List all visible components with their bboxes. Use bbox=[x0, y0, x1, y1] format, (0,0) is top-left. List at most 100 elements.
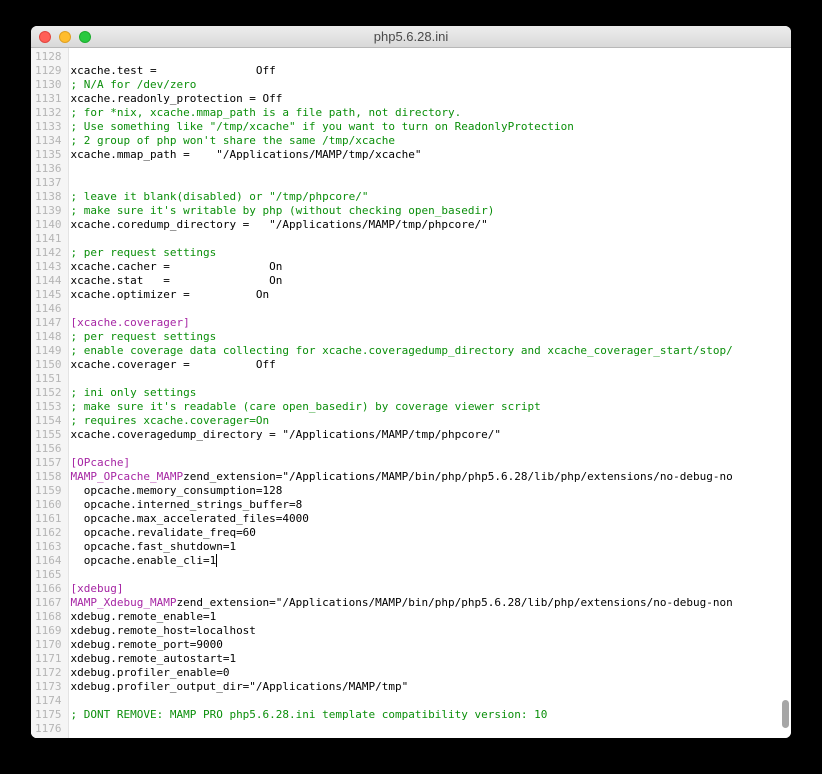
code-line[interactable]: xcache.test = Off bbox=[71, 64, 792, 78]
line-number: 1128 bbox=[35, 50, 62, 64]
code-line[interactable]: xcache.readonly_protection = Off bbox=[71, 92, 792, 106]
code-line[interactable]: [xcache.coverager] bbox=[71, 316, 792, 330]
code-line[interactable] bbox=[71, 442, 792, 456]
code-line[interactable] bbox=[71, 50, 792, 64]
code-line[interactable] bbox=[71, 568, 792, 582]
line-number: 1144 bbox=[35, 274, 62, 288]
line-number: 1176 bbox=[35, 722, 62, 736]
line-number: 1163 bbox=[35, 540, 62, 554]
code-line[interactable]: MAMP_OPcache_MAMPzend_extension="/Applic… bbox=[71, 470, 792, 484]
line-number: 1152 bbox=[35, 386, 62, 400]
code-line[interactable]: opcache.enable_cli=1 bbox=[71, 554, 792, 568]
line-number: 1151 bbox=[35, 372, 62, 386]
line-number: 1147 bbox=[35, 316, 62, 330]
code-content[interactable]: xcache.test = Off; N/A for /dev/zeroxcac… bbox=[69, 48, 792, 738]
code-line[interactable]: ; requires xcache.coverager=On bbox=[71, 414, 792, 428]
line-number: 1148 bbox=[35, 330, 62, 344]
line-number: 1133 bbox=[35, 120, 62, 134]
close-icon[interactable] bbox=[39, 31, 51, 43]
code-line[interactable]: xdebug.remote_host=localhost bbox=[71, 624, 792, 638]
line-number: 1137 bbox=[35, 176, 62, 190]
traffic-lights bbox=[31, 31, 91, 43]
code-line[interactable] bbox=[71, 694, 792, 708]
code-line[interactable]: xcache.cacher = On bbox=[71, 260, 792, 274]
titlebar[interactable]: php5.6.28.ini bbox=[31, 26, 791, 48]
code-line[interactable]: ; make sure it's readable (care open_bas… bbox=[71, 400, 792, 414]
line-number: 1149 bbox=[35, 344, 62, 358]
line-number: 1165 bbox=[35, 568, 62, 582]
line-number: 1129 bbox=[35, 64, 62, 78]
line-number: 1172 bbox=[35, 666, 62, 680]
line-number: 1173 bbox=[35, 680, 62, 694]
code-line[interactable]: ; for *nix, xcache.mmap_path is a file p… bbox=[71, 106, 792, 120]
code-line[interactable]: [xdebug] bbox=[71, 582, 792, 596]
line-number: 1169 bbox=[35, 624, 62, 638]
code-line[interactable]: opcache.interned_strings_buffer=8 bbox=[71, 498, 792, 512]
scrollbar-thumb[interactable] bbox=[782, 700, 789, 728]
code-line[interactable]: ; leave it blank(disabled) or "/tmp/phpc… bbox=[71, 190, 792, 204]
code-line[interactable]: opcache.fast_shutdown=1 bbox=[71, 540, 792, 554]
code-line[interactable] bbox=[71, 176, 792, 190]
code-line[interactable]: opcache.memory_consumption=128 bbox=[71, 484, 792, 498]
code-line[interactable]: xdebug.profiler_output_dir="/Application… bbox=[71, 680, 792, 694]
line-number: 1170 bbox=[35, 638, 62, 652]
line-number: 1135 bbox=[35, 148, 62, 162]
code-line[interactable]: MAMP_Xdebug_MAMPzend_extension="/Applica… bbox=[71, 596, 792, 610]
code-line[interactable] bbox=[71, 302, 792, 316]
line-number: 1143 bbox=[35, 260, 62, 274]
code-line[interactable]: ; enable coverage data collecting for xc… bbox=[71, 344, 792, 358]
code-line[interactable]: xcache.coverager = Off bbox=[71, 358, 792, 372]
code-line[interactable]: ; Use something like "/tmp/xcache" if yo… bbox=[71, 120, 792, 134]
code-line[interactable] bbox=[71, 722, 792, 736]
line-number: 1161 bbox=[35, 512, 62, 526]
line-number: 1150 bbox=[35, 358, 62, 372]
code-line[interactable]: ; N/A for /dev/zero bbox=[71, 78, 792, 92]
line-number: 1132 bbox=[35, 106, 62, 120]
line-number: 1136 bbox=[35, 162, 62, 176]
line-number: 1139 bbox=[35, 204, 62, 218]
code-line[interactable]: ; per request settings bbox=[71, 330, 792, 344]
line-number: 1146 bbox=[35, 302, 62, 316]
minimize-icon[interactable] bbox=[59, 31, 71, 43]
line-number: 1171 bbox=[35, 652, 62, 666]
code-line[interactable]: xcache.optimizer = On bbox=[71, 288, 792, 302]
line-number: 1141 bbox=[35, 232, 62, 246]
line-number: 1158 bbox=[35, 470, 62, 484]
code-line[interactable]: xcache.mmap_path = "/Applications/MAMP/t… bbox=[71, 148, 792, 162]
maximize-icon[interactable] bbox=[79, 31, 91, 43]
line-number: 1175 bbox=[35, 708, 62, 722]
line-number: 1140 bbox=[35, 218, 62, 232]
line-number: 1131 bbox=[35, 92, 62, 106]
line-number: 1167 bbox=[35, 596, 62, 610]
code-line[interactable]: opcache.max_accelerated_files=4000 bbox=[71, 512, 792, 526]
line-number: 1134 bbox=[35, 134, 62, 148]
code-line[interactable]: ; make sure it's writable by php (withou… bbox=[71, 204, 792, 218]
code-line[interactable]: xdebug.remote_port=9000 bbox=[71, 638, 792, 652]
code-line[interactable]: ; 2 group of php won't share the same /t… bbox=[71, 134, 792, 148]
line-number: 1166 bbox=[35, 582, 62, 596]
line-number: 1157 bbox=[35, 456, 62, 470]
code-line[interactable]: xcache.coveragedump_directory = "/Applic… bbox=[71, 428, 792, 442]
line-number: 1153 bbox=[35, 400, 62, 414]
code-line[interactable]: [OPcache] bbox=[71, 456, 792, 470]
code-line[interactable]: xdebug.profiler_enable=0 bbox=[71, 666, 792, 680]
line-number: 1142 bbox=[35, 246, 62, 260]
code-line[interactable] bbox=[71, 372, 792, 386]
line-number: 1174 bbox=[35, 694, 62, 708]
line-number: 1159 bbox=[35, 484, 62, 498]
code-line[interactable]: opcache.revalidate_freq=60 bbox=[71, 526, 792, 540]
code-line[interactable]: ; ini only settings bbox=[71, 386, 792, 400]
line-number: 1160 bbox=[35, 498, 62, 512]
code-line[interactable]: ; per request settings bbox=[71, 246, 792, 260]
code-line[interactable]: ; DONT REMOVE: MAMP PRO php5.6.28.ini te… bbox=[71, 708, 792, 722]
line-number: 1154 bbox=[35, 414, 62, 428]
code-line[interactable]: xcache.stat = On bbox=[71, 274, 792, 288]
line-number: 1168 bbox=[35, 610, 62, 624]
code-line[interactable]: xcache.coredump_directory = "/Applicatio… bbox=[71, 218, 792, 232]
code-line[interactable]: xdebug.remote_enable=1 bbox=[71, 610, 792, 624]
line-number: 1138 bbox=[35, 190, 62, 204]
code-line[interactable] bbox=[71, 162, 792, 176]
code-line[interactable]: xdebug.remote_autostart=1 bbox=[71, 652, 792, 666]
code-line[interactable] bbox=[71, 232, 792, 246]
line-number: 1156 bbox=[35, 442, 62, 456]
